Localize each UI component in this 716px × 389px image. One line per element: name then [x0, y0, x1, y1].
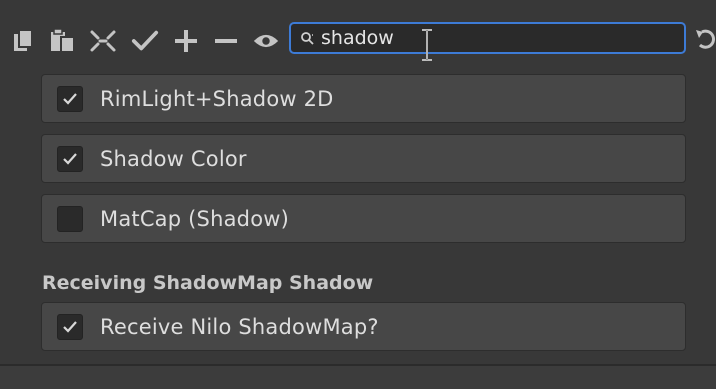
- search-icon: [299, 30, 315, 46]
- toggle-row-receive-nilo-shadowmap[interactable]: Receive Nilo ShadowMap?: [41, 302, 686, 351]
- toggle-row-shadow-color[interactable]: Shadow Color: [41, 134, 686, 183]
- eye-icon[interactable]: [252, 27, 280, 55]
- checkbox-receive-nilo-shadowmap[interactable]: [57, 313, 83, 340]
- toggle-label: RimLight+Shadow 2D: [100, 86, 334, 111]
- checkbox-rimlight-shadow-2d[interactable]: [57, 85, 83, 112]
- minus-icon[interactable]: [212, 27, 240, 55]
- checkmark-icon[interactable]: [131, 27, 159, 55]
- text-cursor-icon: [422, 29, 432, 61]
- undo-icon[interactable]: [694, 27, 716, 53]
- checkbox-shadow-color[interactable]: [57, 145, 83, 172]
- paste-icon[interactable]: [49, 27, 77, 55]
- checkmark-icon: [63, 320, 77, 333]
- search-field[interactable]: [289, 22, 686, 54]
- collapse-icon[interactable]: [89, 27, 117, 55]
- checkmark-icon: [63, 152, 77, 165]
- search-input[interactable]: [321, 27, 661, 49]
- section-title: Receiving ShadowMap Shadow: [42, 272, 374, 294]
- plus-icon[interactable]: [172, 27, 200, 55]
- copy-icon[interactable]: [10, 27, 38, 55]
- checkbox-matcap-shadow[interactable]: [57, 205, 83, 232]
- toggle-label: MatCap (Shadow): [100, 206, 290, 231]
- toggle-row-rimlight-shadow-2d[interactable]: RimLight+Shadow 2D: [41, 74, 686, 123]
- panel-footer: [0, 366, 716, 389]
- toggle-label: Receive Nilo ShadowMap?: [100, 314, 379, 339]
- toggle-label: Shadow Color: [100, 146, 247, 171]
- inspector-panel: RimLight+Shadow 2D Shadow Color MatCap (…: [0, 0, 716, 389]
- checkmark-icon: [63, 92, 77, 105]
- toggle-row-matcap-shadow[interactable]: MatCap (Shadow): [41, 194, 686, 243]
